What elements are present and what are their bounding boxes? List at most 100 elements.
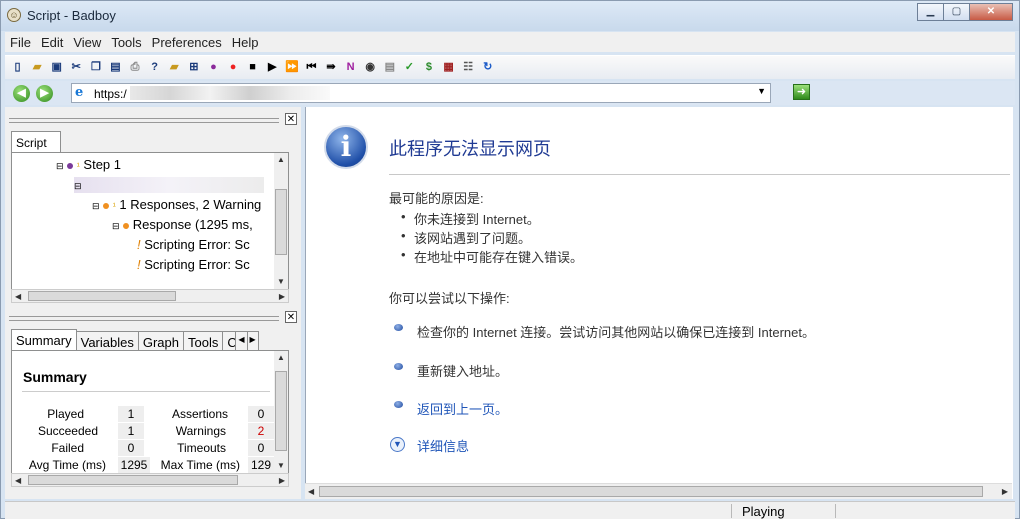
suggestion-check-connection: 检查你的 Internet 连接。尝试访问其他网站以确保已连接到 Interne… xyxy=(417,325,816,340)
new-icon[interactable]: ▯ xyxy=(9,59,26,76)
error-title: 此程序无法显示网页 xyxy=(389,139,551,159)
stop-icon[interactable]: ■ xyxy=(244,59,261,76)
summary-pane-header: ✕ xyxy=(9,311,297,325)
assertions-label: Assertions xyxy=(171,407,228,421)
timeouts-value: 0 xyxy=(248,440,274,456)
bullet-icon xyxy=(394,401,403,408)
badboy-app-icon: ☺ xyxy=(7,8,21,22)
drag-grip[interactable] xyxy=(9,316,279,321)
suggestion-retype-address: 重新键入地址。 xyxy=(417,364,509,379)
ie-page-icon: e xyxy=(75,85,84,100)
menu-bar: File Edit View Tools Preferences Help xyxy=(5,32,1015,52)
add-item-icon[interactable]: ⊞ xyxy=(185,59,202,76)
tree-node-redacted[interactable]: ⊟ xyxy=(74,177,264,193)
minimize-button[interactable]: ▁ xyxy=(917,3,944,21)
close-button[interactable]: ✕ xyxy=(969,3,1013,21)
info-icon: i xyxy=(324,125,368,169)
page-icon[interactable]: ▤ xyxy=(381,59,398,76)
paste-icon[interactable]: ▤ xyxy=(107,59,124,76)
summary-horizontal-scrollbar[interactable]: ◀ ▶ xyxy=(11,473,289,487)
tree-vertical-scrollbar[interactable]: ▲ ▼ xyxy=(274,153,288,289)
succeeded-value: 1 xyxy=(118,423,144,439)
tab-script[interactable]: Script xyxy=(11,131,61,153)
screenshot-icon[interactable]: ◉ xyxy=(362,59,379,76)
menu-view[interactable]: View xyxy=(68,35,106,50)
expand-chevron-icon[interactable]: ▼ xyxy=(390,437,405,452)
new-folder-icon[interactable]: ▰ xyxy=(166,59,183,76)
failed-label: Failed xyxy=(51,441,84,455)
toolbar: ▯ ▰ ▣ ✂ ❐ ▤ ⎙ ? ▰ ⊞ ● ● ■ ▶ ⏩ ⏮ ⇛ N ◉ ▤ … xyxy=(5,55,1015,79)
tab-variables[interactable]: Variables xyxy=(75,331,139,351)
record-icon[interactable]: ● xyxy=(225,59,242,76)
app-window: ☺ Script - Badboy ▁ ▢ ✕ File Edit View T… xyxy=(0,0,1020,519)
go-back-link[interactable]: 返回到上一页。 xyxy=(417,399,508,418)
reason-item: 你未连接到 Internet。 xyxy=(401,209,540,228)
drag-grip[interactable] xyxy=(9,118,279,123)
close-pane-icon[interactable]: ✕ xyxy=(285,113,297,125)
avg-time-label: Avg Time (ms) xyxy=(28,458,106,472)
tab-scroll-right-icon[interactable]: ▶ xyxy=(246,331,259,351)
n-icon[interactable]: N xyxy=(342,59,359,76)
tree-node-response[interactable]: ⊟ Response (1295 ms, xyxy=(112,217,253,232)
table-icon[interactable]: ▦ xyxy=(440,59,457,76)
tab-summary[interactable]: Summary xyxy=(11,329,77,351)
back-icon[interactable]: ◀ xyxy=(13,84,30,102)
bullet-icon xyxy=(394,324,403,331)
fast-forward-icon[interactable]: ⏩ xyxy=(283,59,300,76)
play-icon[interactable]: ▶ xyxy=(264,59,281,76)
menu-edit[interactable]: Edit xyxy=(36,35,68,50)
tab-c[interactable]: C xyxy=(222,331,237,351)
tab-graph[interactable]: Graph xyxy=(137,331,184,351)
help-icon[interactable]: ? xyxy=(146,59,163,76)
tree-node-responses[interactable]: ⊟ ¹ 1 Responses, 2 Warning xyxy=(92,197,261,212)
summary-vertical-scrollbar[interactable]: ▲ ▼ xyxy=(274,351,288,473)
close-pane-icon[interactable]: ✕ xyxy=(285,311,297,323)
assertions-value: 0 xyxy=(248,406,274,422)
url-text: https:/ xyxy=(94,87,127,101)
tree-node-step[interactable]: ⊟ ¹ Step 1 xyxy=(56,157,121,172)
tree-node-error-2[interactable]: ! Scripting Error: Sc xyxy=(137,257,250,272)
content-horizontal-scrollbar[interactable]: ◀ ▶ xyxy=(305,483,1012,499)
forward-icon[interactable]: ▶ xyxy=(36,84,53,102)
open-icon[interactable]: ▰ xyxy=(29,59,46,76)
rewind-icon[interactable]: ⏮ xyxy=(303,59,320,76)
cut-icon[interactable]: ✂ xyxy=(68,59,85,76)
status-text: Playing xyxy=(742,504,785,519)
tab-tools[interactable]: Tools xyxy=(183,331,224,351)
tree-icon[interactable]: ☷ xyxy=(460,59,477,76)
menu-file[interactable]: File xyxy=(5,35,36,50)
max-time-value: 129 xyxy=(248,457,274,473)
max-time-label: Max Time (ms) xyxy=(160,458,240,472)
save-icon[interactable]: ▣ xyxy=(48,59,65,76)
reason-item: 该网站遇到了问题。 xyxy=(401,228,531,247)
left-pane: ✕ Script ⊟ ¹ Step 1 ⊟ ⊟ ¹ 1 Responses, 2… xyxy=(5,107,301,499)
divider xyxy=(835,504,836,518)
menu-preferences[interactable]: Preferences xyxy=(147,35,227,50)
divider xyxy=(389,174,1010,175)
print-icon[interactable]: ⎙ xyxy=(127,59,144,76)
copy-icon[interactable]: ❐ xyxy=(87,59,104,76)
add-step-icon[interactable]: ● xyxy=(205,59,222,76)
played-value: 1 xyxy=(118,406,144,422)
url-dropdown-icon[interactable]: ▼ xyxy=(757,86,766,96)
warnings-label: Warnings xyxy=(175,424,226,438)
menu-tools[interactable]: Tools xyxy=(106,35,146,50)
divider xyxy=(22,391,270,392)
check-icon[interactable]: ✓ xyxy=(401,59,418,76)
url-input[interactable]: e https:/ ▼ xyxy=(71,83,771,103)
script-pane-header: ✕ xyxy=(9,113,297,127)
bullet-icon xyxy=(394,363,403,370)
title-bar: ☺ Script - Badboy ▁ ▢ ✕ xyxy=(1,1,1019,31)
go-button[interactable]: ➜ xyxy=(793,84,810,100)
succeeded-label: Succeeded xyxy=(37,424,98,438)
menu-help[interactable]: Help xyxy=(227,35,264,50)
more-info-link[interactable]: 详细信息 xyxy=(417,436,469,455)
navigate-icon[interactable]: ⇛ xyxy=(323,59,340,76)
tree-horizontal-scrollbar[interactable]: ◀ ▶ xyxy=(11,289,289,303)
reason-item: 在地址中可能存在键入错误。 xyxy=(401,247,583,266)
maximize-button[interactable]: ▢ xyxy=(943,3,970,21)
window-title: Script - Badboy xyxy=(27,8,116,23)
refresh-icon[interactable]: ↻ xyxy=(479,59,496,76)
tree-node-error-1[interactable]: ! Scripting Error: Sc xyxy=(137,237,250,252)
dollar-icon[interactable]: $ xyxy=(420,59,437,76)
